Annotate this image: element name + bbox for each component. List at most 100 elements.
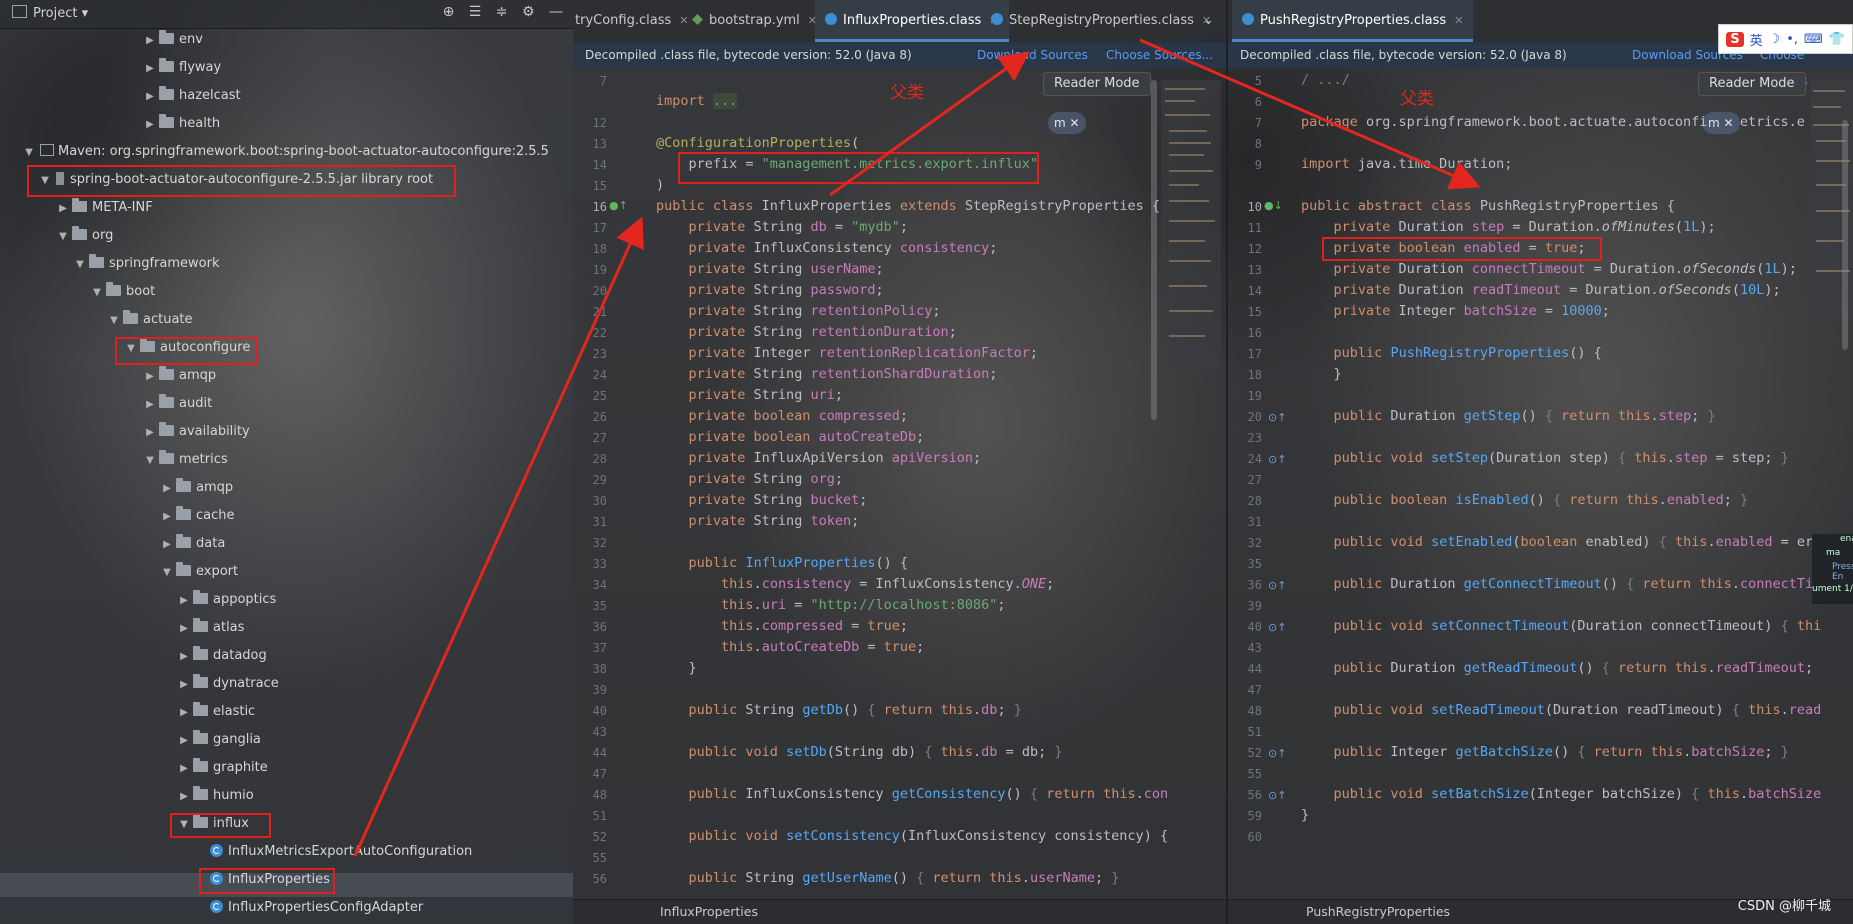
tree-item-datadog[interactable]: ▶ datadog [177,644,267,668]
tree-item-export[interactable]: ▼ export [160,560,238,584]
tree-item-audit[interactable]: ▶ audit [143,392,212,416]
locate-icon[interactable]: ⊕ [443,4,455,20]
line-number: 14 [592,158,607,172]
download-sources-link[interactable]: Download Sources [977,42,1088,68]
vertical-scrollbar[interactable] [1151,80,1157,420]
close-icon[interactable]: ✕ [1070,116,1080,130]
popup-line: Press En [1832,562,1853,582]
tree-item-actuate[interactable]: ▼ actuate [107,308,193,332]
tree-item-flyway[interactable]: ▶ flyway [143,56,221,80]
tree-item-influx-metrics-export-autoconfig[interactable]: InfluxMetricsExportAutoConfiguration [208,840,472,864]
implementation-icon[interactable]: ●↓ [1264,199,1283,212]
tree-item-availability[interactable]: ▶ availability [143,420,250,444]
override-icon[interactable]: ⊙↑ [1268,747,1286,760]
tree-item-org[interactable]: ▼ org [56,224,113,248]
tree-item-ganglia[interactable]: ▶ ganglia [177,728,261,752]
line-number: 12 [592,116,607,130]
tree-item-meta-inf[interactable]: ▶ META-INF [56,196,153,220]
tab-influx-properties[interactable]: InfluxProperties.class✕ [815,0,1009,42]
tree-item-springframework[interactable]: ▼ springframework [73,252,219,276]
collapse-all-icon[interactable]: ≑ [496,4,508,20]
line-number: 18 [1247,368,1262,382]
popup-line: ma [1826,548,1841,558]
tree-item-maven-library[interactable]: ▼ Maven: org.springframework.boot:spring-… [22,140,549,164]
tree-item-label: org [92,228,114,243]
code-line: private Integer retentionReplicationFact… [688,345,1039,361]
tab-bootstrap-yml[interactable]: bootstrap.yml ✕ [692,0,817,42]
override-icon[interactable]: ⊙↑ [1268,453,1286,466]
override-icon[interactable]: ⊙↑ [1268,411,1286,424]
tree-item-label: graphite [213,760,268,775]
tree-item-humio[interactable]: ▶ humio [177,784,254,808]
tree-item-label: Maven: org.springframework.boot:spring-b… [58,144,549,159]
tree-item-graphite[interactable]: ▶ graphite [177,756,268,780]
code-line: public String getDb() { return this.db; … [688,702,1022,718]
tree-item-metrics[interactable]: ▼ metrics [143,448,228,472]
tab-step-registry-properties[interactable]: StepRegistryProperties.class ✕ [991,0,1211,42]
chevron-right-icon: ▶ [146,427,154,438]
breadcrumb-item[interactable]: PushRegistryProperties [1306,904,1450,919]
implementation-icon[interactable]: ●↑ [609,199,628,212]
override-icon[interactable]: ⊙↑ [1268,621,1286,634]
close-icon[interactable]: ✕ [679,14,688,27]
close-icon[interactable]: ✕ [1454,14,1463,27]
expand-all-icon[interactable]: ☰ [469,4,482,20]
tree-item-atlas[interactable]: ▶ atlas [177,616,244,640]
tree-item-influx-properties-config-adapter[interactable]: InfluxPropertiesConfigAdapter [208,896,423,920]
tree-item-env[interactable]: ▶ env [143,28,203,52]
line-number: 14 [1247,284,1262,298]
ime-keyboard-icon[interactable]: ⌨ [1804,32,1823,47]
vertical-scrollbar[interactable] [1842,120,1848,350]
tree-item-health[interactable]: ▶ health [143,112,220,136]
line-number: 36 [592,620,607,634]
chevron-right-icon: ▶ [180,623,188,634]
ime-language-icon[interactable]: 英 [1750,30,1763,49]
folder-icon [72,198,87,212]
hide-icon[interactable]: — [549,4,563,20]
gear-icon[interactable]: ⚙ [522,4,535,20]
folder-icon [123,310,138,324]
tabs-dropdown[interactable]: ⌄ [1203,0,1214,42]
line-number: 16 [592,200,607,214]
ime-toolbar[interactable]: S 英 ☽ •, ⌨ 👕 [1718,24,1853,54]
reader-mode-button[interactable]: Reader Mode [1043,72,1151,96]
tree-item-amqp[interactable]: ▶ amqp [143,364,216,388]
tab-label: bootstrap.yml [709,13,800,28]
tree-item-appoptics[interactable]: ▶ appoptics [177,588,276,612]
tree-item-elastic[interactable]: ▶ elastic [177,700,255,724]
tree-item-metrics-amqp[interactable]: ▶ amqp [160,476,233,500]
line-number: 15 [1247,305,1262,319]
code-line: private String bucket; [688,492,868,508]
folder-icon [193,646,208,660]
ime-skin-icon[interactable]: 👕 [1829,32,1845,47]
ime-punctuation-icon[interactable]: •, [1786,32,1798,47]
choose-sources-link[interactable]: Choose Sources... [1106,42,1213,68]
tree-item-label: amqp [179,368,217,383]
tab-push-registry-properties[interactable]: PushRegistryProperties.class ✕ [1232,0,1474,42]
code-line-package: package org.springframework.boot.actuate… [1301,114,1805,130]
tree-item-hazelcast[interactable]: ▶ hazelcast [143,84,241,108]
highlight-influx [170,813,271,838]
line-number: 51 [1247,725,1262,739]
tree-item-label: env [179,32,203,47]
tree-item-dynatrace[interactable]: ▶ dynatrace [177,672,279,696]
ime-moon-icon[interactable]: ☽ [1769,32,1781,47]
tree-item-label: amqp [196,480,234,495]
line-number: 55 [1247,767,1262,781]
line-number: 38 [592,662,607,676]
breadcrumb-item[interactable]: InfluxProperties [660,904,758,919]
code-line: private Duration readTimeout = Duration.… [1333,282,1781,298]
code-line: private String userName; [688,261,884,277]
tab-tryconfig[interactable]: tryConfig.class ✕ [575,0,688,42]
minimap[interactable] [1161,80,1221,370]
tree-item-data[interactable]: ▶ data [160,532,225,556]
project-view-selector[interactable]: Project ▾ [12,5,88,21]
override-icon[interactable]: ⊙↑ [1268,789,1286,802]
chevron-right-icon: ▶ [146,371,154,382]
maven-badge[interactable]: m ✕ [1048,112,1086,134]
reader-mode-button[interactable]: Reader Mode [1698,72,1806,96]
tree-item-cache[interactable]: ▶ cache [160,504,235,528]
tree-item-boot[interactable]: ▼ boot [90,280,155,304]
override-icon[interactable]: ⊙↑ [1268,579,1286,592]
code-line: / .../ [1301,72,1350,88]
